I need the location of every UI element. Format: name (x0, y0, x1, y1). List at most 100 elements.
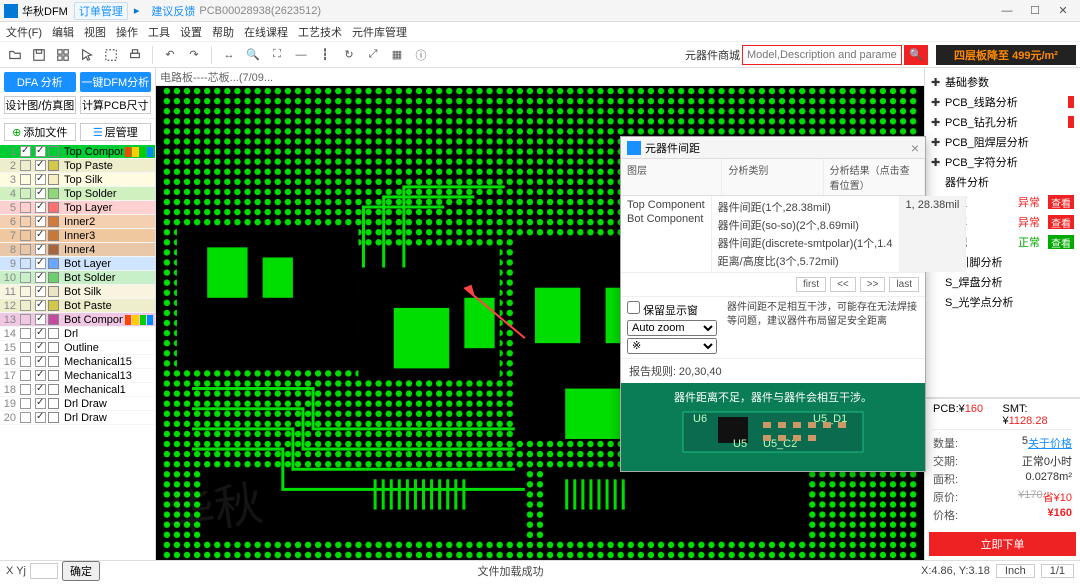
menu-item[interactable]: 视图 (84, 24, 106, 40)
menu-item[interactable]: 设置 (180, 24, 202, 40)
close-button[interactable]: ✕ (1050, 2, 1076, 20)
ruler-v-icon[interactable]: ┇ (314, 44, 336, 66)
layer-check-a[interactable] (20, 244, 31, 255)
grid-icon[interactable] (52, 44, 74, 66)
layer-check-a[interactable] (20, 342, 31, 353)
layer-check-a[interactable] (20, 146, 31, 157)
layer-check-a[interactable] (20, 384, 31, 395)
menu-item[interactable]: 在线课程 (244, 24, 288, 40)
popup-col-result[interactable]: 1, 28.38mil (900, 196, 967, 272)
nav-first[interactable]: first (796, 277, 826, 292)
layer-row[interactable]: 19 Drl Draw (0, 397, 155, 411)
status-input[interactable] (30, 563, 58, 579)
layer-check-b[interactable] (35, 244, 46, 255)
layer-check-b[interactable] (35, 356, 46, 367)
layer-check-b[interactable] (35, 300, 46, 311)
expand-icon[interactable]: ⤢ (362, 44, 384, 66)
layer-check-a[interactable] (20, 356, 31, 367)
analysis-group[interactable]: ✚PCB_阻焊层分析 (925, 132, 1080, 152)
layer-check-b[interactable] (35, 384, 46, 395)
layer-row[interactable]: 7 Inner3 (0, 229, 155, 243)
canvas-tab[interactable]: 电路板----芯板...(7/09... (160, 69, 273, 85)
order-button[interactable]: 立即下单 (929, 532, 1076, 556)
layer-check-a[interactable] (20, 412, 31, 423)
ruler-h-icon[interactable]: — (290, 44, 312, 66)
open-icon[interactable] (4, 44, 26, 66)
undo-icon[interactable]: ↶ (159, 44, 181, 66)
layer-check-a[interactable] (20, 314, 31, 325)
layer-row[interactable]: 5 Top Layer (0, 201, 155, 215)
layer-check-b[interactable] (35, 342, 46, 353)
zoom-icon[interactable]: 🔍 (242, 44, 264, 66)
search-button[interactable]: 🔍 (904, 45, 928, 65)
popup-col-category[interactable]: 器件间距(1个,28.38mil)器件间距(so-so)(2个,8.69mil)… (712, 196, 900, 272)
dfa-button[interactable]: DFA 分析 (4, 72, 76, 92)
layer-row[interactable]: 11 Bot Silk (0, 285, 155, 299)
layer-row[interactable]: 6 Inner2 (0, 215, 155, 229)
zoom-select[interactable]: Auto zoom (627, 320, 717, 336)
layer-check-b[interactable] (35, 328, 46, 339)
layer-check-b[interactable] (35, 370, 46, 381)
analysis-group[interactable]: ✚PCB_字符分析 (925, 152, 1080, 172)
layer-check-b[interactable] (35, 174, 46, 185)
layer-row[interactable]: 12 Bot Paste (0, 299, 155, 313)
palette-icon[interactable]: ▦ (386, 44, 408, 66)
page-indicator[interactable]: 1/1 (1041, 564, 1074, 578)
layer-check-a[interactable] (20, 398, 31, 409)
layer-check-b[interactable] (35, 272, 46, 283)
layer-check-b[interactable] (35, 258, 46, 269)
unit-select[interactable]: Inch (996, 564, 1035, 578)
save-icon[interactable] (28, 44, 50, 66)
feedback-link[interactable]: 建议反馈 (151, 3, 195, 19)
layer-check-a[interactable] (20, 160, 31, 171)
analysis-sub[interactable]: S_光学点分析 (925, 292, 1080, 312)
layer-check-a[interactable] (20, 188, 31, 199)
menu-item[interactable]: 元件库管理 (352, 24, 407, 40)
mall-label[interactable]: 元器件商城 (685, 47, 740, 63)
analysis-sub[interactable]: 器件分析 (925, 172, 1080, 192)
layer-row[interactable]: 20 Drl Draw (0, 411, 155, 425)
layer-check-b[interactable] (35, 188, 46, 199)
layer-row[interactable]: 2 Top Paste (0, 159, 155, 173)
menu-item[interactable]: 文件(F) (6, 24, 42, 40)
analysis-group[interactable]: ✚基础参数 (925, 72, 1080, 92)
layer-check-a[interactable] (20, 328, 31, 339)
layer-manage-button[interactable]: ☰层管理 (80, 123, 152, 141)
layer-check-b[interactable] (35, 412, 46, 423)
minimize-button[interactable]: — (994, 2, 1020, 20)
layer-row[interactable]: 4 Top Solder (0, 187, 155, 201)
layer-row[interactable]: 17 Mechanical13 (0, 369, 155, 383)
confirm-button[interactable]: 确定 (62, 561, 100, 581)
layer-row[interactable]: 1 Top Component (0, 145, 155, 159)
layer-check-a[interactable] (20, 286, 31, 297)
fit-icon[interactable]: ⛶ (266, 44, 288, 66)
refresh-icon[interactable]: ↻ (338, 44, 360, 66)
layer-check-a[interactable] (20, 174, 31, 185)
analysis-group[interactable]: ✚PCB_钻孔分析 (925, 112, 1080, 132)
layer-check-b[interactable] (35, 286, 46, 297)
info-icon[interactable]: ⓘ (410, 44, 432, 66)
layer-check-a[interactable] (20, 216, 31, 227)
layer-check-a[interactable] (20, 230, 31, 241)
menu-item[interactable]: 帮助 (212, 24, 234, 40)
layer-check-b[interactable] (35, 398, 46, 409)
layer-row[interactable]: 16 Mechanical15 (0, 355, 155, 369)
size-button[interactable]: 计算PCB尺寸 (80, 96, 152, 114)
nav-prev[interactable]: << (830, 277, 856, 292)
menu-item[interactable]: 工艺技术 (298, 24, 342, 40)
layer-check-a[interactable] (20, 300, 31, 311)
layer-check-b[interactable] (35, 160, 46, 171)
layer-row[interactable]: 8 Inner4 (0, 243, 155, 257)
layer-check-b[interactable] (35, 216, 46, 227)
keep-window-check[interactable]: 保留显示窗 (627, 305, 698, 317)
menu-item[interactable]: 工具 (148, 24, 170, 40)
maximize-button[interactable]: ☐ (1022, 2, 1048, 20)
print-icon[interactable] (124, 44, 146, 66)
layer-row[interactable]: 10 Bot Solder (0, 271, 155, 285)
layer-check-b[interactable] (35, 314, 46, 325)
layer-row[interactable]: 3 Top Silk (0, 173, 155, 187)
measure-icon[interactable]: ↔ (218, 44, 240, 66)
search-input[interactable] (742, 45, 902, 65)
selection-icon[interactable] (100, 44, 122, 66)
layer-row[interactable]: 9 Bot Layer (0, 257, 155, 271)
